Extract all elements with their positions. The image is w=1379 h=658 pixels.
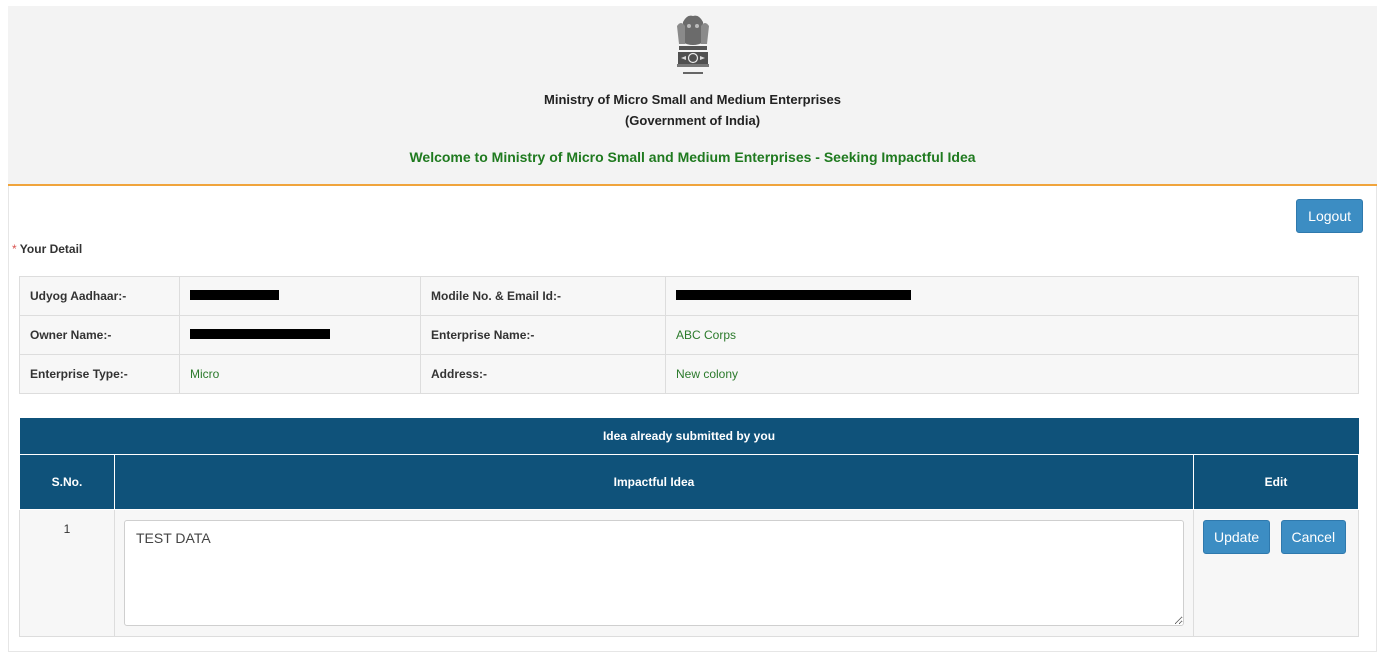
logout-button[interactable]: Logout	[1296, 199, 1363, 233]
row-sno: 1	[19, 509, 115, 637]
redaction-bar	[190, 290, 279, 300]
mobile-email-label: Modile No. & Email Id:-	[420, 276, 666, 316]
owner-name-label: Owner Name:-	[19, 315, 180, 355]
details-table: Udyog Aadhaar:- Modile No. & Email Id:- …	[19, 276, 1359, 394]
redaction-bar	[190, 329, 330, 339]
cancel-button[interactable]: Cancel	[1280, 520, 1347, 554]
details-row: Owner Name:- Enterprise Name:- ABC Corps	[19, 315, 1359, 355]
enterprise-type-value: Micro	[179, 354, 421, 394]
india-emblem-icon	[676, 15, 709, 74]
column-header-idea: Impactful Idea	[114, 454, 1194, 510]
mobile-email-value	[665, 276, 1359, 316]
page-header: Ministry of Micro Small and Medium Enter…	[8, 6, 1377, 186]
update-button[interactable]: Update	[1203, 520, 1271, 554]
government-label: (Government of India)	[624, 113, 761, 128]
details-row: Udyog Aadhaar:- Modile No. & Email Id:-	[19, 276, 1359, 316]
your-detail-heading: * Your Detail	[12, 242, 82, 256]
udyog-aadhaar-label: Udyog Aadhaar:-	[19, 276, 180, 316]
idea-cell: TEST DATA	[114, 509, 1194, 637]
enterprise-name-value: ABC Corps	[665, 315, 1359, 355]
page: Ministry of Micro Small and Medium Enter…	[8, 6, 1377, 652]
column-header-sno: S.No.	[19, 454, 115, 510]
details-row: Enterprise Type:- Micro Address:- New co…	[19, 354, 1359, 394]
table-row: 1 TEST DATA Update Cancel	[19, 509, 1359, 637]
ideas-table-caption: Idea already submitted by you	[19, 417, 1359, 455]
column-header-edit: Edit	[1193, 454, 1359, 510]
required-marker: *	[12, 242, 17, 256]
redaction-bar	[676, 290, 911, 300]
idea-textarea[interactable]: TEST DATA	[124, 520, 1184, 626]
enterprise-type-label: Enterprise Type:-	[19, 354, 180, 394]
ministry-name: Ministry of Micro Small and Medium Enter…	[544, 92, 841, 107]
owner-name-value	[179, 315, 421, 355]
address-value: New colony	[665, 354, 1359, 394]
main-content: Logout * Your Detail Udyog Aadhaar:- Mod…	[8, 186, 1377, 652]
ideas-table: Idea already submitted by you S.No. Impa…	[19, 417, 1359, 637]
edit-cell: Update Cancel	[1193, 509, 1359, 637]
enterprise-name-label: Enterprise Name:-	[420, 315, 666, 355]
udyog-aadhaar-value	[179, 276, 421, 316]
address-label: Address:-	[420, 354, 666, 394]
your-detail-title: Your Detail	[19, 242, 83, 256]
welcome-message: Welcome to Ministry of Micro Small and M…	[409, 149, 976, 165]
